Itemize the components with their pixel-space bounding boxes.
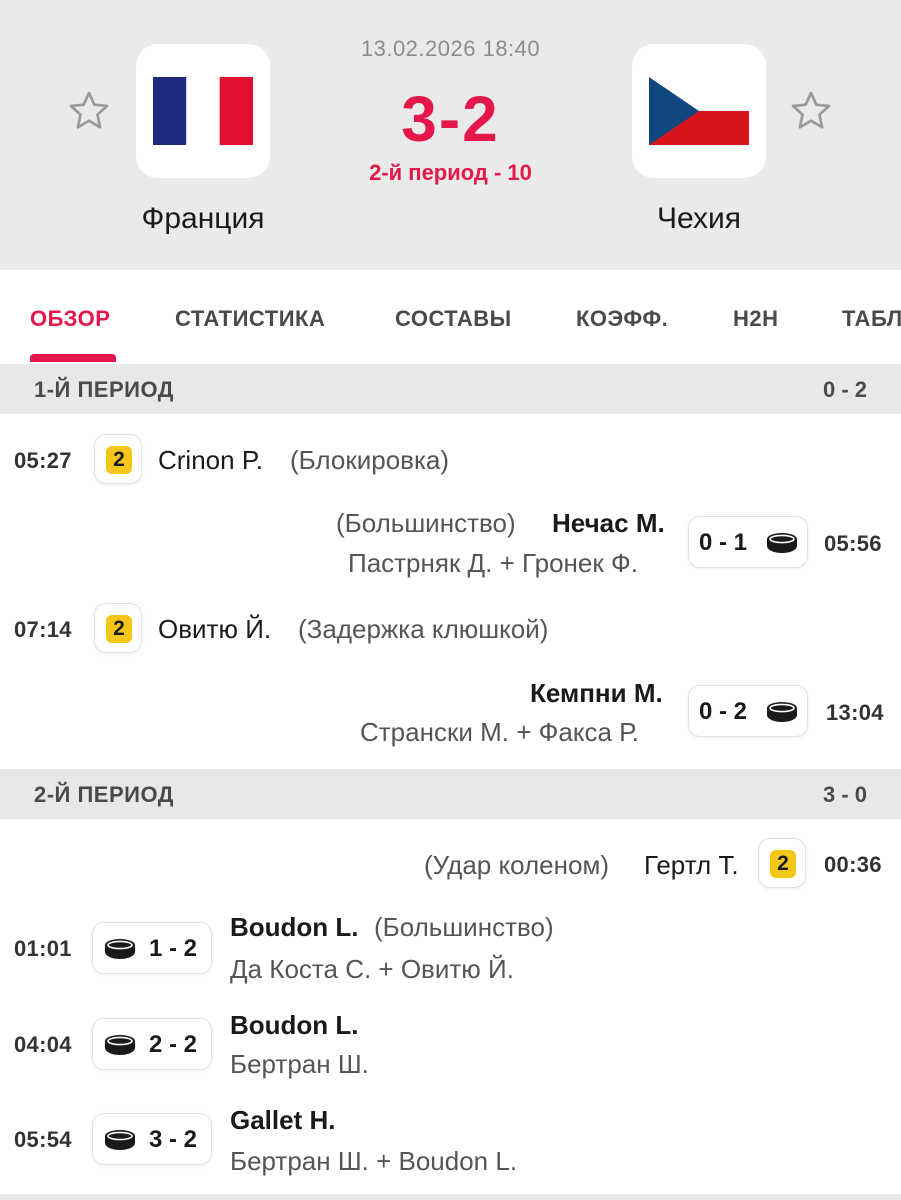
- goal-scorer[interactable]: Boudon L.: [230, 1010, 359, 1041]
- penalty-player[interactable]: Crinon P.: [158, 445, 263, 476]
- goal-note: (Большинство): [374, 912, 554, 942]
- event-time: 13:04: [826, 700, 884, 725]
- event-time: 00:36: [824, 852, 882, 877]
- tab-h2h[interactable]: H2H: [733, 306, 779, 332]
- hockey-puck-icon: [105, 1035, 135, 1055]
- goal-note: (Большинство): [336, 508, 516, 538]
- event-time: 05:56: [824, 531, 882, 556]
- goal-badge: 3 - 2: [92, 1113, 212, 1165]
- goal-badge: 2 - 2: [92, 1018, 212, 1070]
- goal-assists: Бертран Ш. + Boudon L.: [230, 1146, 518, 1176]
- czech-flag-icon: [649, 77, 749, 145]
- event-time: 07:14: [14, 617, 72, 642]
- period-header: 1-Й ПЕРИОД 0 - 2: [0, 364, 901, 414]
- hockey-puck-icon: [105, 939, 135, 959]
- goal-scorer[interactable]: Gallet H.: [230, 1105, 335, 1136]
- goal-score: 2 - 2: [149, 1031, 198, 1058]
- penalty-player[interactable]: Гертл Т.: [644, 850, 739, 881]
- penalty-reason: (Блокировка): [290, 445, 450, 475]
- goal-assists: Бертран Ш.: [230, 1049, 369, 1079]
- event-time: 04:04: [14, 1032, 72, 1057]
- goal-badge: 0 - 1: [688, 516, 808, 568]
- penalty-player[interactable]: Овитю Й.: [158, 614, 271, 645]
- penalty-card-icon: 2: [758, 838, 806, 888]
- goal-score: 3 - 2: [149, 1126, 198, 1153]
- event-time: 05:27: [14, 448, 72, 473]
- penalty-minutes: 2: [770, 850, 796, 878]
- match-status: 2-й период - 10: [369, 160, 532, 185]
- penalty-reason: (Задержка клюшкой): [298, 614, 549, 644]
- goal-assists: Странски М. + Факса Р.: [360, 717, 639, 747]
- period-score: 3 - 0: [822, 782, 867, 807]
- period-header: 2-Й ПЕРИОД 3 - 0: [0, 769, 901, 819]
- goal-badge: 1 - 2: [92, 922, 212, 974]
- goal-assists: Да Коста С. + Овитю Й.: [230, 954, 514, 984]
- tab-bar: ОБЗОР СТАТИСТИКА СОСТАВЫ КОЭФФ. H2H ТАБЛ: [0, 270, 901, 364]
- away-team-logo[interactable]: [632, 44, 766, 178]
- penalty-card-icon: 2: [94, 603, 142, 653]
- event-time: 01:01: [14, 936, 72, 961]
- penalty-reason: (Удар коленом): [424, 850, 609, 880]
- penalty-card-icon: 2: [94, 434, 142, 484]
- goal-score: 0 - 1: [699, 529, 748, 556]
- tab-table[interactable]: ТАБЛ: [842, 306, 901, 332]
- goal-assists: Пастрняк Д. + Гронек Ф.: [348, 548, 638, 578]
- tab-overview[interactable]: ОБЗОР: [30, 306, 110, 332]
- goal-score: 1 - 2: [149, 935, 198, 962]
- event-time: 05:54: [14, 1127, 72, 1152]
- goal-scorer[interactable]: Кемпни М.: [530, 678, 663, 709]
- active-tab-indicator: [30, 354, 116, 362]
- home-team-name[interactable]: Франция: [93, 202, 313, 236]
- tab-statistics[interactable]: СТАТИСТИКА: [175, 306, 325, 332]
- goal-scorer[interactable]: Нечас М.: [552, 508, 665, 539]
- match-header: 13.02.2026 18:40 3-2 2-й период - 10 Фра…: [0, 0, 901, 270]
- hockey-puck-icon: [767, 702, 797, 722]
- tab-odds[interactable]: КОЭФФ.: [576, 306, 668, 332]
- penalty-minutes: 2: [106, 446, 132, 474]
- period-title: 2-Й ПЕРИОД: [34, 782, 174, 807]
- hockey-puck-icon: [767, 533, 797, 553]
- period-score: 0 - 2: [822, 377, 867, 402]
- tab-lineups[interactable]: СОСТАВЫ: [395, 306, 512, 332]
- star-icon[interactable]: [788, 88, 834, 134]
- away-team-name[interactable]: Чехия: [589, 202, 809, 236]
- match-datetime: 13.02.2026 18:40: [360, 36, 541, 61]
- hockey-puck-icon: [105, 1130, 135, 1150]
- penalty-minutes: 2: [106, 615, 132, 643]
- divider: [0, 1194, 901, 1200]
- goal-scorer[interactable]: Boudon L.: [230, 912, 359, 943]
- period-title: 1-Й ПЕРИОД: [34, 377, 174, 402]
- goal-badge: 0 - 2: [688, 685, 808, 737]
- goal-score: 0 - 2: [699, 698, 748, 725]
